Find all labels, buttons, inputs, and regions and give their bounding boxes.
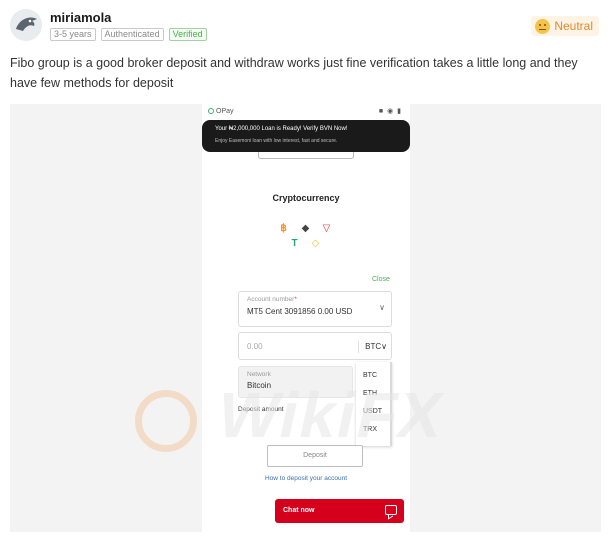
sentiment-label: Neutral [554,19,593,33]
dropdown-option-usdt[interactable]: USDT [363,408,382,415]
chat-bubble-icon [385,505,397,515]
network-value: Bitcoin [247,381,272,390]
wikifx-logo-icon [135,390,197,452]
notification-subtitle: Enjoy Easemoni loan with low interest, f… [215,138,338,144]
chevron-down-icon: ∨ [381,342,387,351]
eagle-avatar-icon [10,9,42,41]
sentiment-badge: Neutral [531,16,599,36]
currency-dropdown[interactable]: BTC ETH USDT TRX [356,362,392,446]
review-text: Fibo group is a good broker deposit and … [10,56,578,90]
section-title: Cryptocurrency [272,193,340,203]
ethereum-icon: ◆ [301,223,310,234]
tether-icon: T [291,238,298,249]
required-marker: * [294,296,297,303]
opay-ring-icon [208,108,214,114]
dropdown-option-btc[interactable]: BTC [363,372,377,379]
network-label: Network [247,371,271,378]
chat-now-button[interactable]: Chat now [275,499,404,523]
chevron-down-icon: ∨ [379,303,385,312]
account-value: MT5 Cent 3091856 0.00 USD [247,307,353,316]
bitcoin-icon: ฿ [280,223,287,234]
tron-icon: ▽ [322,223,331,234]
bnb-icon: ◇ [311,238,320,249]
user-tags: 3-5 years Authenticated Verified [50,28,207,41]
avatar[interactable] [10,9,42,41]
review-screenshot[interactable]: OPay ■ ◉ ▮ Your ₦2,000,000 Loan is Ready… [10,104,601,532]
hidden-button-edge [258,152,354,159]
status-app-name: OPay [216,108,234,115]
notification-title: Your ₦2,000,000 Loan is Ready! Verify BV… [215,126,348,132]
amount-input[interactable]: 0.00 BTC∨ [238,332,392,360]
chat-now-label: Chat now [283,507,315,514]
dropdown-option-trx[interactable]: TRX [363,426,377,433]
close-link[interactable]: Close [372,276,390,283]
loan-notification[interactable]: Your ₦2,000,000 Loan is Ready! Verify BV… [202,120,410,152]
tag-verified: Verified [168,28,207,41]
how-to-deposit-link[interactable]: How to deposit your account [202,475,410,482]
tag-authenticated: Authenticated [100,28,164,41]
status-bar: OPay ■ ◉ ▮ [202,104,410,120]
account-label: Account number* [247,296,297,303]
phone-screen: OPay ■ ◉ ▮ Your ₦2,000,000 Loan is Ready… [202,104,410,532]
account-select[interactable]: Account number* MT5 Cent 3091856 0.00 US… [238,291,392,327]
dropdown-scrollbar[interactable] [390,362,392,446]
deposit-amount-label: Deposit amount [238,406,284,413]
deposit-button[interactable]: Deposit [267,445,363,467]
currency-select[interactable]: BTC∨ [358,341,387,353]
neutral-face-icon [535,18,551,34]
username[interactable]: miriamola [50,10,111,25]
tag-experience: 3-5 years [50,28,96,41]
amount-placeholder: 0.00 [247,342,263,351]
network-field: Network Bitcoin [238,366,353,398]
status-icons: ■ ◉ ▮ [378,108,402,115]
dropdown-option-eth[interactable]: ETH [363,390,377,397]
